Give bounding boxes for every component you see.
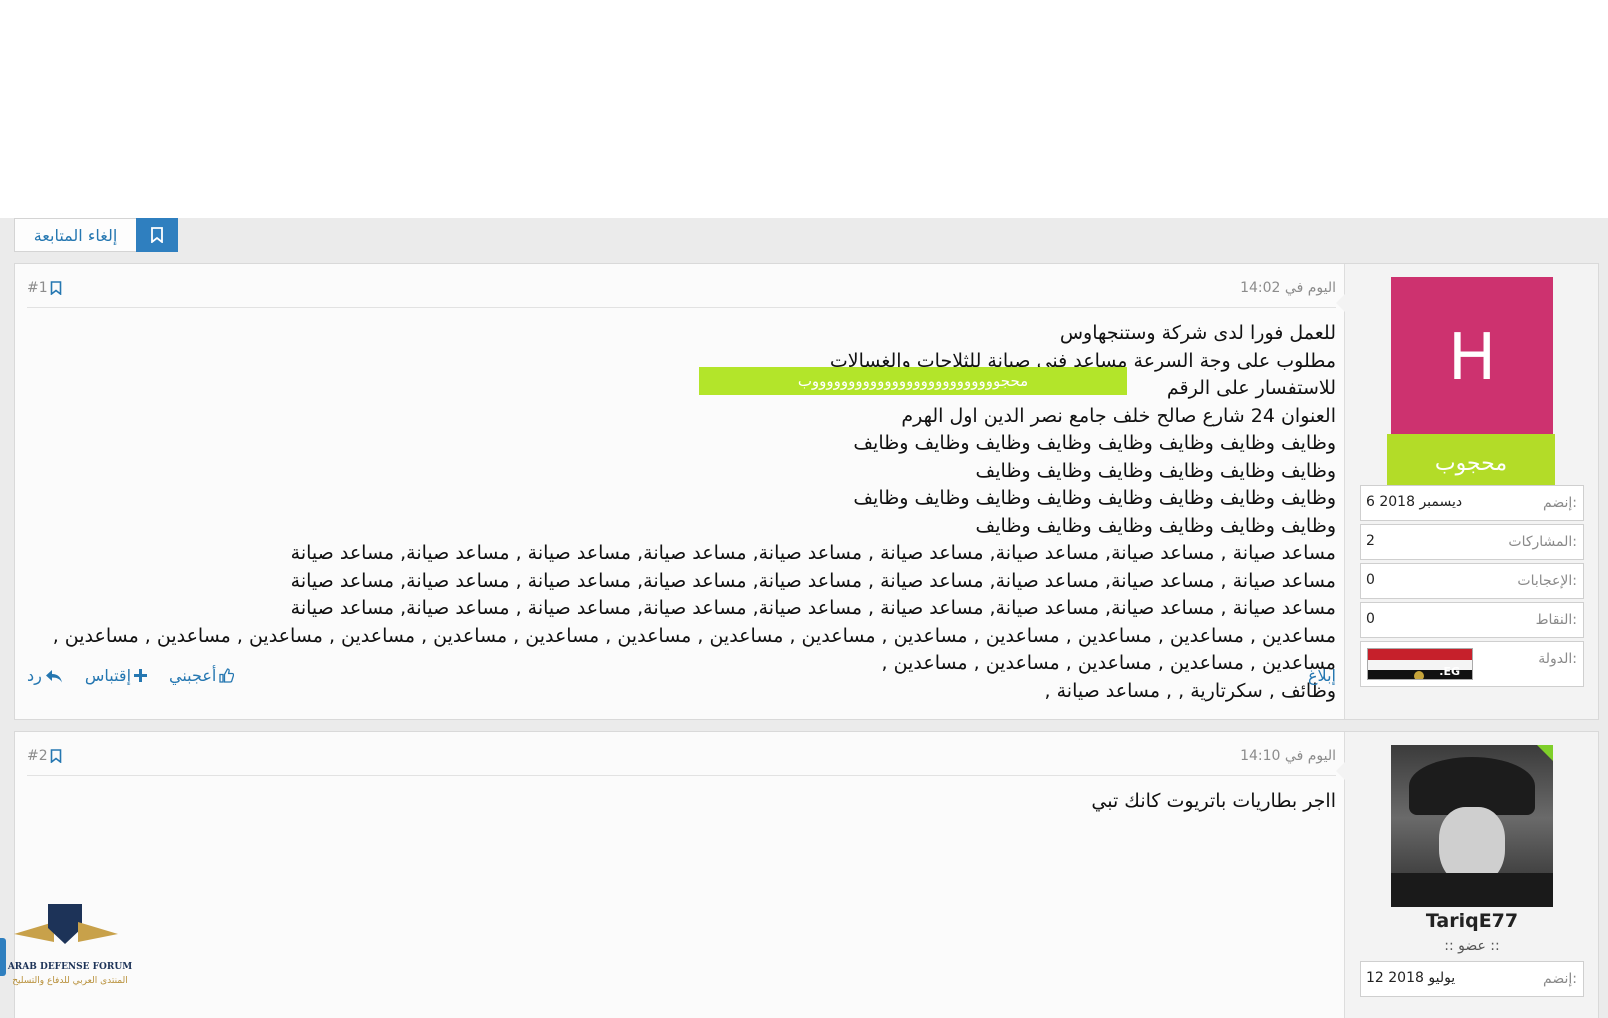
info-key: الإعجابات: — [1517, 573, 1577, 589]
post-line: للعمل فورا لدى شركة وستنجهاوس — [1059, 322, 1336, 344]
flag-label: .EG — [1439, 665, 1460, 678]
post-number-text: #1 — [27, 280, 48, 296]
bookmark-icon[interactable] — [136, 218, 178, 252]
post-line: ااجر بطاريات باتريوت كانك تبي — [1091, 790, 1336, 812]
follow-controls: إلغاء المتابعة — [14, 218, 178, 252]
top-blank-area — [0, 0, 1608, 218]
info-posts: المشاركات: 2 — [1360, 524, 1584, 560]
blocked-badge: محجوب — [1387, 434, 1555, 492]
post-header: اليوم في 14:10 #2 — [27, 748, 1336, 776]
report-link[interactable]: إبلاغ — [1308, 666, 1336, 685]
post-number[interactable]: #1 — [27, 280, 62, 296]
quote-button[interactable]: إقتباس — [84, 666, 148, 685]
reply-label: رد — [27, 666, 42, 685]
post-line: مساعد صيانة , مساعد صيانة, مساعد صيانة, … — [290, 542, 1336, 564]
post-footer: إبلاغ رد إقتباس أعجبني — [27, 666, 1336, 692]
reply-icon — [45, 669, 62, 682]
info-joined: إنضم: 6 ديسمبر 2018 — [1360, 485, 1584, 521]
post-line: وظايف وظايف وظايف وظايف وظايف وظايف وظاي… — [853, 432, 1336, 482]
watermark-title: ARAB DEFENSE FORUM — [7, 962, 133, 972]
post-line: العنوان 24 شارع صالح خلف جامع نصر الدين … — [901, 404, 1336, 427]
info-country: الدولة: .EG — [1360, 641, 1584, 687]
post-line: وظايف وظايف وظايف وظايف وظايف وظايف وظاي… — [853, 487, 1336, 537]
post-header: اليوم في 14:02 #1 — [27, 280, 1336, 308]
post-line: مطلوب على وجة السرعة مساعد فنى صيانة للث… — [829, 349, 1336, 372]
info-key: إنضم: — [1543, 971, 1577, 987]
info-points: النقاط: 0 — [1360, 602, 1584, 638]
online-status-icon — [1537, 745, 1553, 761]
post-1: H محجوب إنضم: 6 ديسمبر 2018 المشاركات: 2… — [14, 263, 1599, 720]
forum-watermark-logo: ARAB DEFENSE FORUM المنتدى العربي للدفاع… — [6, 900, 134, 996]
unfollow-button[interactable]: إلغاء المتابعة — [14, 218, 136, 252]
info-key: إنضم: — [1543, 495, 1577, 511]
avatar[interactable]: H — [1391, 277, 1553, 439]
post-number[interactable]: #2 — [27, 748, 62, 764]
redacted-phone: محجووووووووووووووووووووووووووب — [699, 367, 1127, 395]
quote-label: إقتباس — [84, 666, 132, 685]
plus-icon — [134, 669, 148, 682]
like-button[interactable]: أعجبني — [169, 666, 235, 685]
info-likes: الإعجابات: 0 — [1360, 563, 1584, 599]
post-number-text: #2 — [27, 748, 48, 764]
post-actions: رد إقتباس أعجبني — [27, 666, 235, 685]
watermark-subtitle: المنتدى العربي للدفاع والتسليح — [12, 976, 128, 986]
info-value: 2 — [1366, 533, 1375, 549]
bookmark-icon[interactable] — [50, 749, 62, 763]
info-key: المشاركات: — [1508, 534, 1577, 550]
post-1-author-panel: H محجوب إنضم: 6 ديسمبر 2018 المشاركات: 2… — [1336, 264, 1598, 719]
post-line: مساعد صيانة , مساعد صيانة, مساعد صيانة, … — [290, 597, 1336, 619]
post-date[interactable]: اليوم في 14:02 — [1240, 280, 1336, 296]
info-key: الدولة: — [1538, 651, 1577, 667]
post-date[interactable]: اليوم في 14:10 — [1240, 748, 1336, 764]
egypt-flag-icon: .EG — [1367, 648, 1473, 680]
post-body: للعمل فورا لدى شركة وستنجهاوس مطلوب على … — [27, 320, 1336, 705]
like-label: أعجبني — [169, 666, 217, 685]
thumbs-up-icon — [219, 668, 235, 683]
user-title: :: عضو :: — [1444, 938, 1500, 954]
info-value: 0 — [1366, 572, 1375, 588]
info-value: 12 يوليو 2018 — [1366, 970, 1456, 986]
bookmark-icon[interactable] — [50, 281, 62, 295]
info-value: 0 — [1366, 611, 1375, 627]
post-body: ااجر بطاريات باتريوت كانك تبي — [27, 788, 1336, 816]
reply-button[interactable]: رد — [27, 666, 63, 685]
username[interactable]: TariqE77 — [1345, 910, 1599, 932]
info-value: 6 ديسمبر 2018 — [1366, 494, 1463, 510]
info-joined: إنضم: 12 يوليو 2018 — [1360, 961, 1584, 997]
avatar[interactable] — [1391, 745, 1553, 907]
info-key: النقاط: — [1535, 612, 1577, 628]
post-line: مساعد صيانة , مساعد صيانة, مساعد صيانة, … — [290, 569, 1336, 592]
post-line: للاستفسار على الرقم — [1166, 377, 1336, 399]
post-2: TariqE77 :: عضو :: إنضم: 12 يوليو 2018 ا… — [14, 731, 1599, 1018]
post-2-author-panel: TariqE77 :: عضو :: إنضم: 12 يوليو 2018 — [1336, 732, 1599, 1018]
